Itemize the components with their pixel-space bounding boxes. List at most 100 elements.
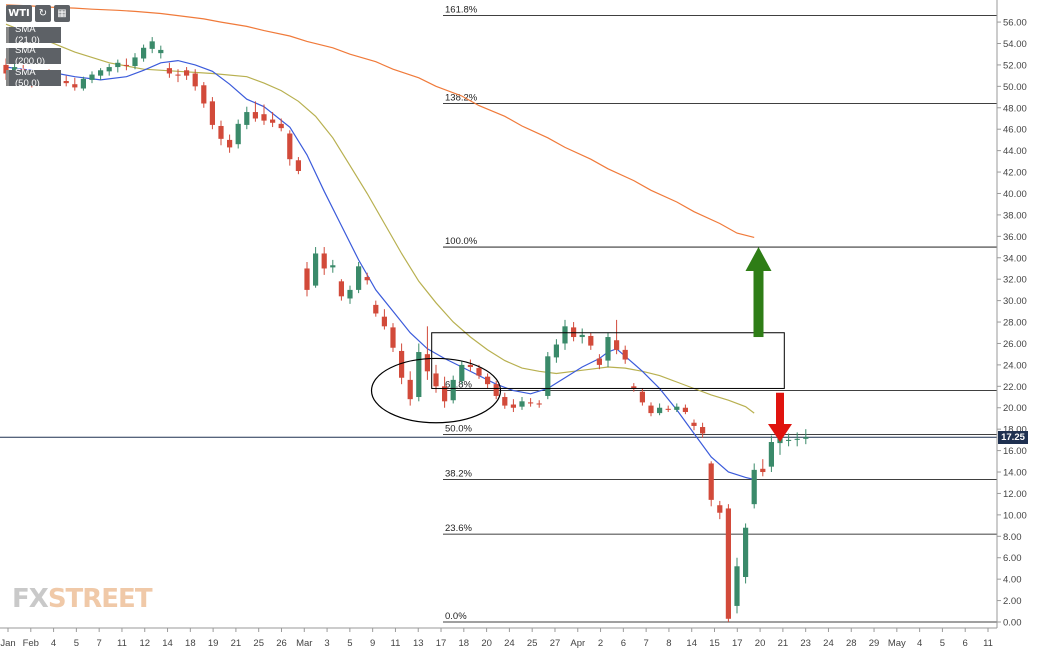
last-price-tag: 17.25 <box>998 431 1028 444</box>
candle-body <box>373 304 379 314</box>
chart-toolbar: WTI ↻ ▦ <box>6 5 70 22</box>
candle-body <box>252 112 258 119</box>
x-tick-label: 2 <box>598 638 603 649</box>
x-tick-label: 17 <box>436 638 447 649</box>
x-tick-label: Jan <box>0 638 15 649</box>
candle-body <box>562 326 568 344</box>
x-tick-label: 27 <box>550 638 561 649</box>
candle <box>545 352 551 400</box>
candle-body <box>700 427 706 434</box>
candle <box>201 82 207 108</box>
x-tick-label: 6 <box>963 638 968 649</box>
candle-body <box>657 407 663 414</box>
annotations <box>370 247 792 443</box>
sma-50-legend[interactable]: SMA (50,0) <box>6 67 61 89</box>
sma-50-line <box>5 23 755 414</box>
x-tick-label: 13 <box>413 638 424 649</box>
candle-body <box>682 407 688 413</box>
candle-body <box>579 334 585 338</box>
candle <box>622 345 628 364</box>
sma-200-line <box>5 4 755 238</box>
candle-body <box>63 80 69 84</box>
candlestick-chart[interactable]: 161.8%138.2%100.0%61.8%50.0%38.2%23.6%0.… <box>0 0 1048 655</box>
candle-body <box>605 337 611 361</box>
candle <box>416 343 422 402</box>
candle <box>141 44 147 62</box>
x-tick-label: 11 <box>391 638 401 649</box>
candle <box>304 262 310 297</box>
candle-body <box>287 133 293 160</box>
sma-21-legend[interactable]: SMA (21,0) <box>6 24 61 46</box>
x-tick-label: 6 <box>621 638 626 649</box>
x-tick-label: 17 <box>732 638 743 649</box>
candle-body <box>485 376 491 385</box>
candle-body <box>89 74 95 80</box>
sma-200-legend[interactable]: SMA (200,0) <box>6 45 61 67</box>
candle-body <box>347 289 353 299</box>
candle <box>553 339 559 363</box>
x-tick-label: 25 <box>253 638 264 649</box>
candle <box>519 397 525 410</box>
candle <box>639 388 645 406</box>
y-tick-label: 52.00 <box>1003 60 1027 71</box>
y-tick-label: 10.00 <box>1003 510 1027 521</box>
candle-body <box>743 527 749 578</box>
y-tick-label: 30.00 <box>1003 296 1027 307</box>
candle <box>562 319 568 350</box>
candle <box>786 433 792 447</box>
x-tick-label: 11 <box>117 638 127 649</box>
candle-body <box>175 74 181 76</box>
y-tick-label: 8.00 <box>1003 532 1022 543</box>
symbol-label[interactable]: WTI <box>6 5 32 22</box>
calendar-icon[interactable]: ▦ <box>54 5 70 22</box>
candle-body <box>123 64 129 66</box>
candle-body <box>433 373 439 387</box>
candle-body <box>571 327 577 338</box>
candle <box>63 75 69 87</box>
candle <box>708 461 714 507</box>
fib-label: 0.0% <box>445 611 467 622</box>
x-tick-label: May <box>888 638 906 649</box>
candle-body <box>424 354 430 372</box>
candle <box>424 326 430 380</box>
y-tick-label: 20.00 <box>1003 403 1027 414</box>
candle <box>700 422 706 438</box>
candle <box>605 332 611 368</box>
candle-body <box>648 405 654 414</box>
candle-body <box>270 119 276 123</box>
candle-body <box>493 384 499 396</box>
x-tick-label: 5 <box>347 638 352 649</box>
candle-body <box>184 70 190 76</box>
candle-body <box>725 508 731 619</box>
x-tick-label: 24 <box>504 638 515 649</box>
refresh-icon[interactable]: ↻ <box>35 5 51 22</box>
candle-body <box>381 316 387 327</box>
candle <box>381 309 387 330</box>
candle <box>390 323 396 353</box>
candle-body <box>476 368 482 376</box>
y-tick-label: 54.00 <box>1003 39 1027 50</box>
candle-body <box>278 123 284 129</box>
candle-body <box>691 422 697 426</box>
y-tick-label: 4.00 <box>1003 575 1022 586</box>
x-tick-label: 11 <box>983 638 993 649</box>
candle <box>648 402 654 417</box>
candle <box>209 97 215 130</box>
candle <box>768 435 774 473</box>
y-tick-label: 50.00 <box>1003 82 1027 93</box>
x-tick-label: 14 <box>686 638 697 649</box>
candle <box>579 328 585 344</box>
candle-body <box>751 469 757 505</box>
x-tick-label: 4 <box>917 638 922 649</box>
candle <box>252 101 258 122</box>
x-tick-label: 5 <box>940 638 945 649</box>
sma-21-line <box>5 59 755 481</box>
candle-body <box>158 49 164 54</box>
fib-label: 100.0% <box>445 236 478 247</box>
candle <box>571 322 577 342</box>
x-tick-label: 4 <box>51 638 56 649</box>
candle <box>89 71 95 84</box>
arrow-head <box>745 247 772 272</box>
candle <box>313 247 319 288</box>
fibonacci-levels: 161.8%138.2%100.0%61.8%50.0%38.2%23.6%0.… <box>0 5 997 623</box>
